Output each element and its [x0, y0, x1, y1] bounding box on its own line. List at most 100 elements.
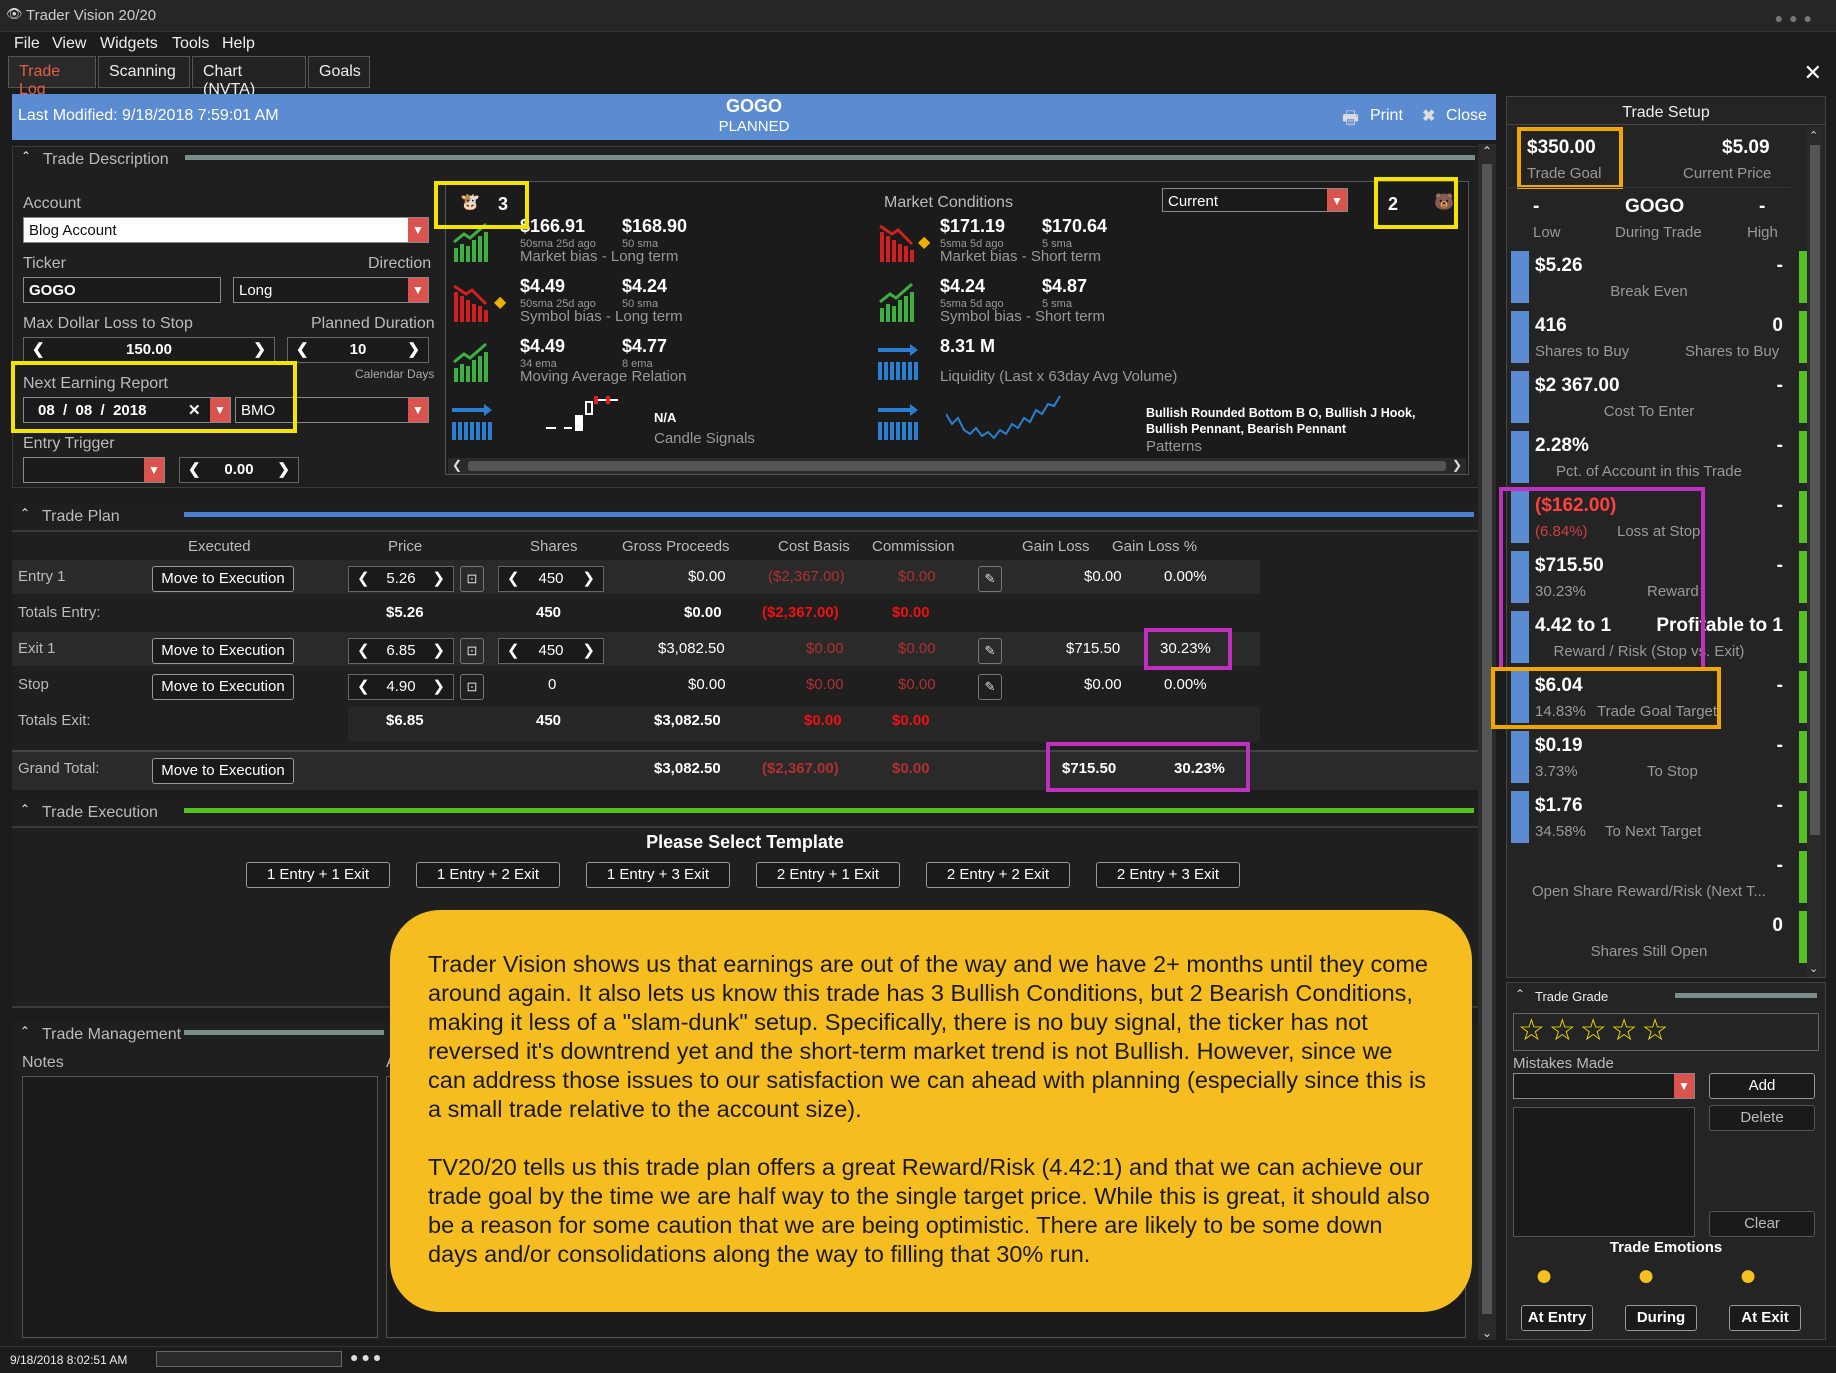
template-button[interactable]: 2 Entry + 2 Exit [926, 862, 1070, 888]
edit-icon[interactable]: ✎ [978, 638, 1002, 664]
menu-tools[interactable]: Tools [172, 35, 209, 53]
scroll-up-icon[interactable]: ⌃ [1809, 129, 1818, 142]
template-button[interactable]: 2 Entry + 3 Exit [1096, 862, 1240, 888]
calculator-icon[interactable]: ⊡ [460, 674, 484, 700]
divider [12, 826, 1478, 828]
calculator-icon[interactable]: ⊡ [460, 638, 484, 664]
ticker-input[interactable]: GOGO [23, 277, 221, 303]
template-button[interactable]: 2 Entry + 1 Exit [756, 862, 900, 888]
neutral-face-icon[interactable]: ● [1739, 1259, 1757, 1293]
duration-stepper[interactable]: ❮ 10 ❯ [287, 337, 429, 363]
delete-button[interactable]: Delete [1709, 1105, 1815, 1131]
template-button[interactable]: 1 Entry + 1 Exit [246, 862, 390, 888]
bull-chart-icon [452, 342, 488, 382]
print-button[interactable]: Print [1370, 107, 1403, 125]
neutral-face-icon[interactable]: ● [1535, 1259, 1553, 1293]
annotation-earning-highlight [11, 361, 297, 433]
col-shares: Shares [530, 538, 578, 555]
market-mode-value: Current [1168, 193, 1219, 210]
main-scrollbar[interactable]: ⌃ ⌄ [1478, 144, 1496, 1340]
collapse-icon[interactable]: ⌃ [21, 149, 31, 163]
chevron-down-icon[interactable]: ▼ [408, 218, 428, 242]
scroll-right-icon[interactable]: ❯ [1452, 458, 1462, 472]
market-short-desc: Market bias - Short term [940, 248, 1101, 265]
collapse-icon[interactable]: ⌃ [20, 802, 30, 816]
scroll-thumb[interactable] [468, 461, 1446, 471]
scroll-down-icon[interactable]: ⌄ [1809, 962, 1818, 975]
clear-button[interactable]: Clear [1709, 1211, 1815, 1237]
market-mode-select[interactable]: Current ▼ [1162, 188, 1348, 212]
move-to-execution-button[interactable]: Move to Execution [152, 638, 294, 664]
col-commission: Commission [872, 538, 955, 555]
chevron-down-icon[interactable]: ▼ [1674, 1074, 1694, 1098]
exit-shares-stepper[interactable]: ❮ 450 ❯ [498, 638, 604, 664]
market-scrollbar[interactable]: ❮ ❯ [448, 458, 1466, 474]
stop-comm: $0.00 [898, 676, 936, 693]
max-loss-stepper[interactable]: ❮ 150.00 ❯ [23, 337, 275, 363]
notes-textarea[interactable] [22, 1076, 378, 1338]
close-tab-icon[interactable]: ✕ [1804, 60, 1822, 86]
shares-to-buy-value: 416 [1535, 315, 1567, 336]
menu-file[interactable]: File [14, 35, 40, 53]
close-icon[interactable]: ✖ [1422, 106, 1435, 126]
chevron-down-icon[interactable]: ▼ [144, 458, 164, 482]
scroll-up-icon[interactable]: ⌃ [1482, 144, 1492, 158]
move-to-execution-button[interactable]: Move to Execution [152, 566, 294, 592]
close-button[interactable]: Close [1446, 107, 1487, 125]
stop-price-stepper[interactable]: ❮ 4.90 ❯ [348, 674, 454, 700]
template-button[interactable]: 1 Entry + 3 Exit [586, 862, 730, 888]
collapse-icon[interactable]: ⌃ [1515, 987, 1525, 1001]
exit-price-stepper[interactable]: ❮ 6.85 ❯ [348, 638, 454, 664]
collapse-icon[interactable]: ⌃ [20, 1024, 30, 1038]
menu-widgets[interactable]: Widgets [100, 35, 158, 53]
trade-description-header[interactable]: ⌃ Trade Description [13, 147, 1493, 169]
chevron-down-icon[interactable]: ▼ [408, 398, 428, 422]
entry-comm: $0.00 [898, 568, 936, 585]
tab-chart[interactable]: Chart (NVTA) [192, 56, 306, 98]
calculator-icon[interactable]: ⊡ [460, 566, 484, 592]
add-button[interactable]: Add [1709, 1073, 1815, 1099]
during-button[interactable]: During [1625, 1305, 1697, 1331]
low-value: - [1533, 196, 1540, 217]
printer-icon[interactable]: 🖶 [1342, 106, 1359, 136]
mistakes-select[interactable]: ▼ [1513, 1073, 1695, 1099]
chevron-down-icon[interactable]: ▼ [1327, 189, 1347, 211]
mistakes-list[interactable] [1513, 1107, 1695, 1237]
tab-trade-log[interactable]: Trade Log [8, 56, 96, 98]
scroll-thumb[interactable] [1810, 145, 1820, 835]
scroll-left-icon[interactable]: ❮ [452, 458, 462, 472]
entry-shares-stepper[interactable]: ❮ 450 ❯ [498, 566, 604, 592]
at-entry-button[interactable]: At Entry [1521, 1305, 1593, 1331]
direction-select[interactable]: Long ▼ [233, 277, 429, 303]
entry-price-stepper[interactable]: ❮ 5.26 ❯ [348, 566, 454, 592]
edit-icon[interactable]: ✎ [978, 566, 1002, 592]
star-rating[interactable]: ☆☆☆☆☆ [1513, 1013, 1819, 1051]
scroll-thumb[interactable] [1482, 164, 1492, 1314]
at-exit-button[interactable]: At Exit [1729, 1305, 1801, 1331]
entry-trigger-stepper[interactable]: ❮ 0.00 ❯ [179, 457, 299, 483]
sidebar-scrollbar[interactable]: ⌃ ⌄ [1807, 127, 1823, 977]
menu-help[interactable]: Help [222, 35, 255, 53]
collapse-icon[interactable]: ⌃ [20, 506, 30, 520]
list-item: 2.28% - Pct. of Account in this Trade [1507, 427, 1817, 487]
chevron-down-icon[interactable]: ▼ [408, 278, 428, 302]
template-button[interactable]: 1 Entry + 2 Exit [416, 862, 560, 888]
window-controls-icon[interactable]: ●●● [1775, 10, 1818, 26]
market-conditions-box: 🐮 3 Market Conditions Current ▼ 2 🐻 $166.… [445, 181, 1469, 475]
scroll-down-icon[interactable]: ⌄ [1482, 1326, 1492, 1340]
tab-goals[interactable]: Goals [308, 56, 370, 88]
trade-execution-header[interactable]: ⌃ Trade Execution [12, 800, 1478, 822]
current-price-value: $5.09 [1722, 137, 1770, 158]
candle-icon [542, 394, 622, 438]
edit-icon[interactable]: ✎ [978, 674, 1002, 700]
trade-plan-header[interactable]: ⌃ Trade Plan [12, 504, 1478, 526]
move-to-execution-button[interactable]: Move to Execution [152, 758, 294, 784]
note-paragraph-2: TV20/20 tells us this trade plan offers … [428, 1154, 1430, 1267]
move-to-execution-button[interactable]: Move to Execution [152, 674, 294, 700]
menu-view[interactable]: View [52, 35, 86, 53]
tab-scanning[interactable]: Scanning [98, 56, 190, 88]
account-select[interactable]: Blog Account ▼ [23, 217, 429, 243]
neutral-face-icon[interactable]: ● [1637, 1259, 1655, 1293]
entry-trigger-select[interactable]: ▼ [23, 457, 165, 483]
current-price-label: Current Price [1683, 165, 1772, 182]
